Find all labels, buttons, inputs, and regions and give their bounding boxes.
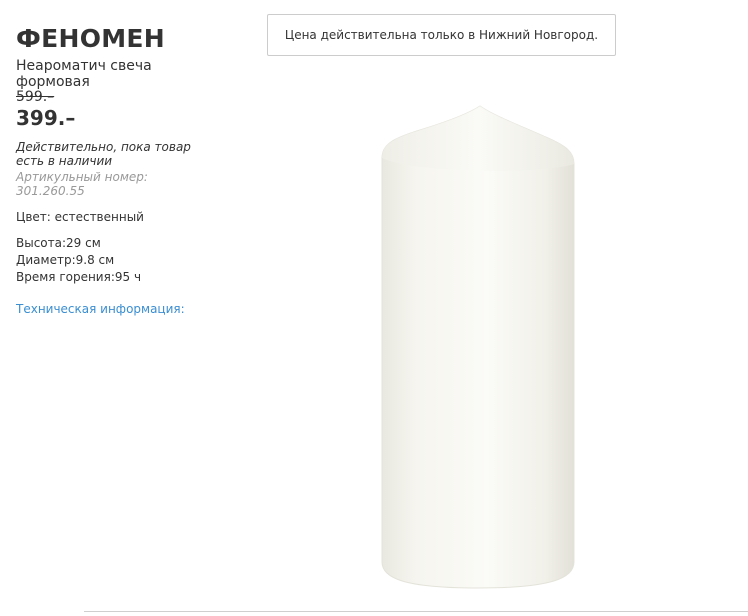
current-price: 399.– <box>16 106 76 130</box>
old-price: 599.– <box>16 89 55 105</box>
product-type: Неароматич свеча формовая <box>16 58 152 90</box>
price-region-notice: Цена действительна только в Нижний Новго… <box>267 14 616 56</box>
product-name: ФЕНОМЕН <box>16 24 166 53</box>
product-info-column: ФЕНОМЕН Неароматич свеча формовая 599.– … <box>16 24 206 317</box>
bottom-divider <box>84 611 748 612</box>
height-attribute: Высота:29 см <box>16 236 101 250</box>
technical-info-link[interactable]: Техническая информация: <box>16 301 206 317</box>
color-attribute: Цвет: естественный <box>16 210 144 224</box>
candle-top <box>382 106 574 171</box>
product-image <box>381 105 575 589</box>
candle-body <box>381 105 575 589</box>
burn-time-attribute: Время горения:95 ч <box>16 270 142 284</box>
article-number: Артикульный номер: 301.260.55 <box>16 170 148 198</box>
availability-note: Действительно, пока товар есть в наличии <box>16 140 191 168</box>
dimensions-list: Высота:29 см Диаметр:9.8 см Время горени… <box>16 235 206 286</box>
diameter-attribute: Диаметр:9.8 см <box>16 253 115 267</box>
